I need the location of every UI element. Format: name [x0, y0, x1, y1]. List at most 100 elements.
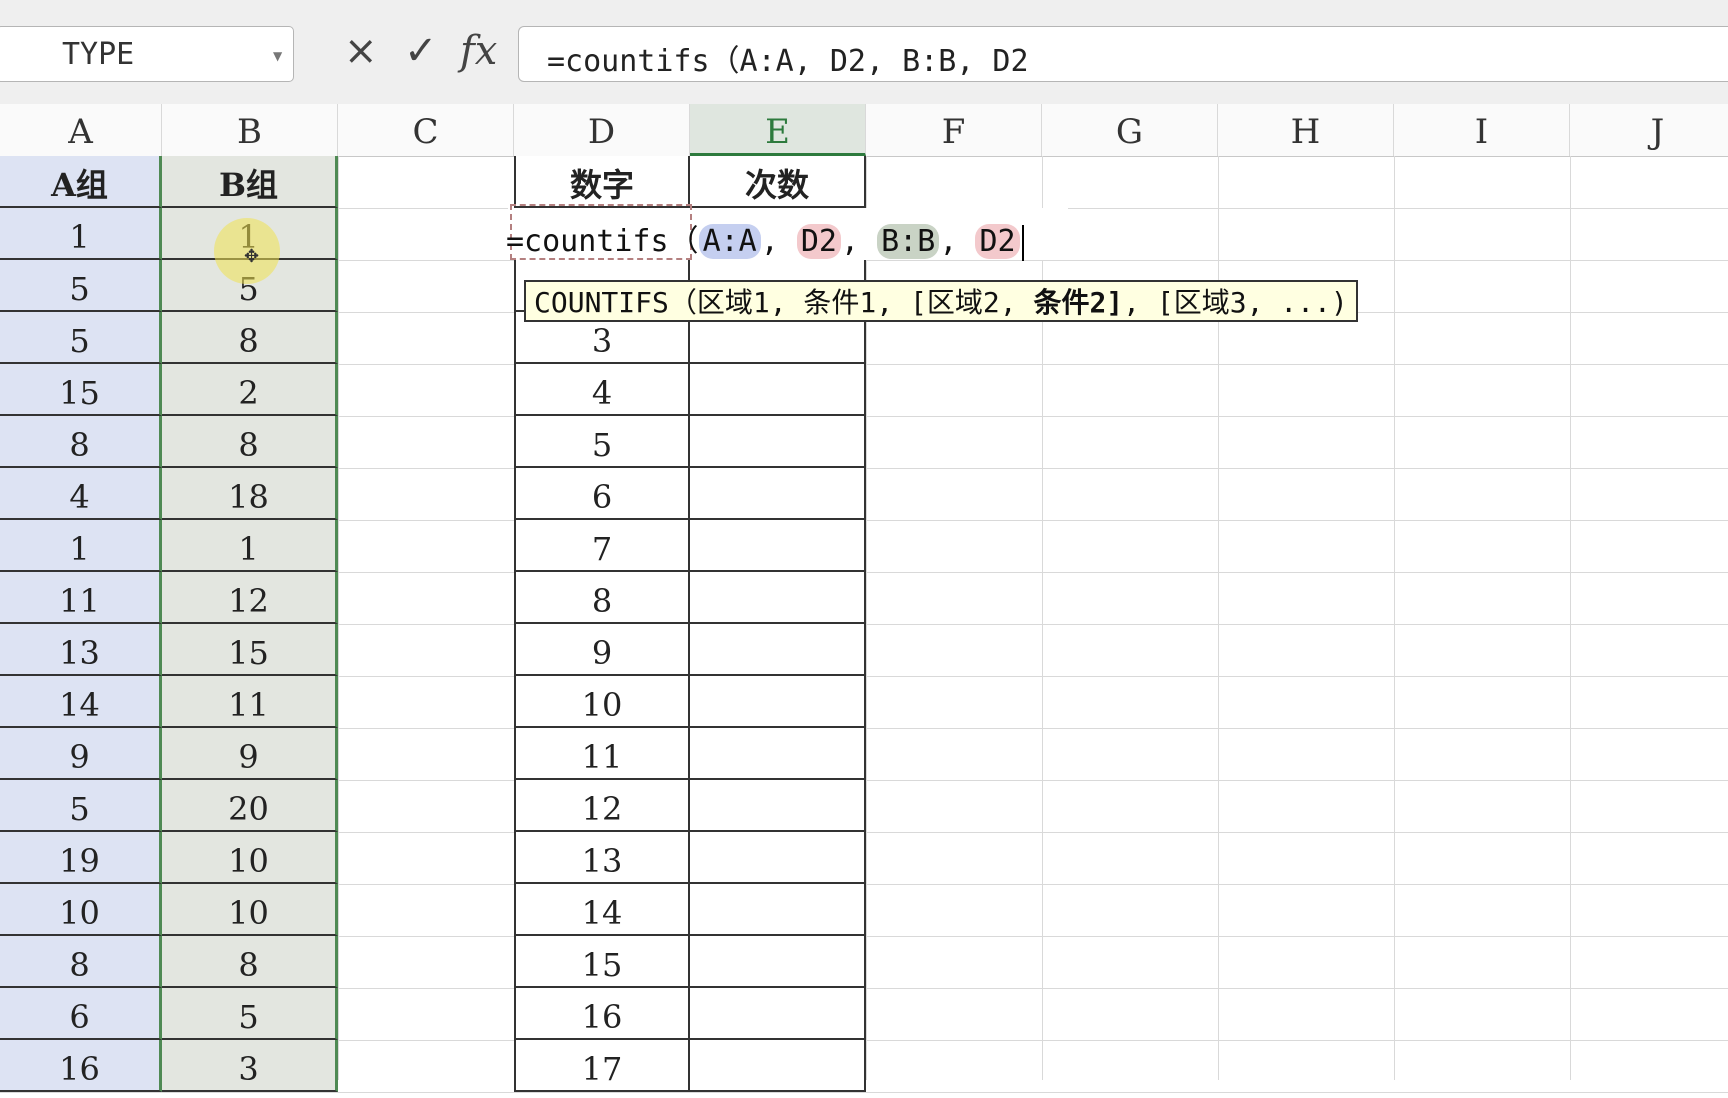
formula-text: =countifs（A:A, D2, B:B, D2 — [547, 44, 1029, 79]
cell-d[interactable]: 4 — [514, 364, 690, 416]
cell-d[interactable]: 8 — [514, 572, 690, 624]
tooltip-current-arg: 条件2] — [1033, 286, 1124, 319]
column-header-row: A B C D E F G H I J — [0, 104, 1728, 157]
cell-d[interactable]: 12 — [514, 780, 690, 832]
cell-d[interactable]: 10 — [514, 676, 690, 728]
cell-b[interactable]: 8 — [162, 312, 338, 364]
cell-e[interactable] — [690, 832, 866, 884]
cell-e[interactable] — [690, 988, 866, 1040]
cell-e[interactable] — [690, 728, 866, 780]
cell-e[interactable] — [690, 364, 866, 416]
cell-d[interactable]: 6 — [514, 468, 690, 520]
function-icon[interactable]: fx — [460, 28, 497, 74]
cell-e[interactable] — [690, 468, 866, 520]
cell-b[interactable]: 8 — [162, 936, 338, 988]
column-header-d[interactable]: D — [514, 104, 690, 156]
cell-e[interactable] — [690, 936, 866, 988]
name-box-value: TYPE — [62, 37, 135, 72]
formula-prefix: =countifs（ — [506, 224, 699, 259]
cell-e[interactable] — [690, 624, 866, 676]
cell-e[interactable] — [690, 780, 866, 832]
column-header-c[interactable]: C — [338, 104, 514, 156]
cell-d[interactable]: 7 — [514, 520, 690, 572]
ref-cell-d2: D2 — [796, 224, 841, 259]
cell-cursor-icon: ✥ — [244, 246, 260, 267]
cell-b[interactable]: 11 — [162, 676, 338, 728]
cell-a[interactable]: 15 — [0, 364, 162, 416]
cell-e[interactable] — [690, 572, 866, 624]
separator: , — [939, 224, 976, 259]
header-cell-a[interactable]: A组 — [0, 156, 162, 208]
cell-a[interactable]: 6 — [0, 988, 162, 1040]
chevron-down-icon[interactable]: ▼ — [273, 49, 282, 63]
confirm-icon[interactable]: ✓ — [404, 28, 438, 74]
cell-e[interactable] — [690, 520, 866, 572]
column-header-h[interactable]: H — [1218, 104, 1394, 156]
cell-d[interactable]: 15 — [514, 936, 690, 988]
cell-b[interactable]: 10 — [162, 832, 338, 884]
cell-b[interactable]: 3 — [162, 1040, 338, 1092]
cell-a[interactable]: 16 — [0, 1040, 162, 1092]
cell-a[interactable]: 14 — [0, 676, 162, 728]
separator: , — [760, 224, 797, 259]
cell-b[interactable]: 12 — [162, 572, 338, 624]
cell-b[interactable]: 20 — [162, 780, 338, 832]
cell-b[interactable]: 18 — [162, 468, 338, 520]
cell-editor[interactable]: =countifs（ A:A, D2, B:B, D2 — [506, 216, 1024, 261]
cell-a[interactable]: 5 — [0, 780, 162, 832]
cell-d[interactable]: 11 — [514, 728, 690, 780]
column-header-j[interactable]: J — [1570, 104, 1728, 156]
cancel-icon[interactable]: × — [344, 28, 378, 74]
cell-b[interactable]: 9 — [162, 728, 338, 780]
separator: , — [841, 224, 878, 259]
header-cell-b[interactable]: B组 — [162, 156, 338, 208]
column-header-f[interactable]: F — [866, 104, 1042, 156]
name-box[interactable]: TYPE ▼ — [0, 26, 294, 82]
tooltip-signature-rest: , [区域3, ...) — [1123, 286, 1348, 319]
cell-d[interactable]: 9 — [514, 624, 690, 676]
cell-e[interactable] — [690, 1040, 866, 1092]
ref-range-b: B:B — [877, 224, 940, 259]
column-header-e[interactable]: E — [690, 104, 866, 156]
cell-e[interactable] — [690, 416, 866, 468]
grid-column-line — [1570, 156, 1571, 1080]
cell-b[interactable]: 1 — [162, 520, 338, 572]
formula-input[interactable]: =countifs（A:A, D2, B:B, D2 — [518, 26, 1728, 82]
cell-a[interactable]: 5 — [0, 312, 162, 364]
column-header-a[interactable]: A — [0, 104, 162, 156]
cell-a[interactable]: 1 — [0, 520, 162, 572]
cell-d[interactable]: 16 — [514, 988, 690, 1040]
cell-b[interactable]: 8 — [162, 416, 338, 468]
cell-a[interactable]: 10 — [0, 884, 162, 936]
cell-a[interactable]: 13 — [0, 624, 162, 676]
header-cell-e[interactable]: 次数 — [690, 156, 866, 208]
function-tooltip: COUNTIFS（区域1, 条件1, [区域2, 条件2], [区域3, ...… — [524, 280, 1358, 322]
cell-d[interactable]: 13 — [514, 832, 690, 884]
header-cell-d[interactable]: 数字 — [514, 156, 690, 208]
cell-e[interactable] — [690, 676, 866, 728]
cell-d[interactable]: 5 — [514, 416, 690, 468]
cell-b[interactable]: 10 — [162, 884, 338, 936]
cell-a[interactable]: 11 — [0, 572, 162, 624]
ref-range-a: A:A — [698, 224, 761, 259]
cell-b[interactable]: 2 — [162, 364, 338, 416]
cell-d[interactable]: 14 — [514, 884, 690, 936]
column-header-b[interactable]: B — [162, 104, 338, 156]
grid-column-line — [1394, 156, 1395, 1080]
text-caret — [1021, 224, 1024, 261]
cell-a[interactable]: 8 — [0, 936, 162, 988]
cell-b[interactable]: 5 — [162, 988, 338, 1040]
column-header-g[interactable]: G — [1042, 104, 1218, 156]
column-header-i[interactable]: I — [1394, 104, 1570, 156]
cell-a[interactable]: 8 — [0, 416, 162, 468]
cell-a[interactable]: 1 — [0, 208, 162, 260]
cell-a[interactable]: 4 — [0, 468, 162, 520]
grid-row-line — [0, 1092, 1728, 1093]
cell-b[interactable]: 15 — [162, 624, 338, 676]
ref-cell-d2: D2 — [975, 224, 1020, 259]
cell-a[interactable]: 19 — [0, 832, 162, 884]
cell-e[interactable] — [690, 884, 866, 936]
cell-d[interactable]: 17 — [514, 1040, 690, 1092]
cell-a[interactable]: 9 — [0, 728, 162, 780]
cell-a[interactable]: 5 — [0, 260, 162, 312]
